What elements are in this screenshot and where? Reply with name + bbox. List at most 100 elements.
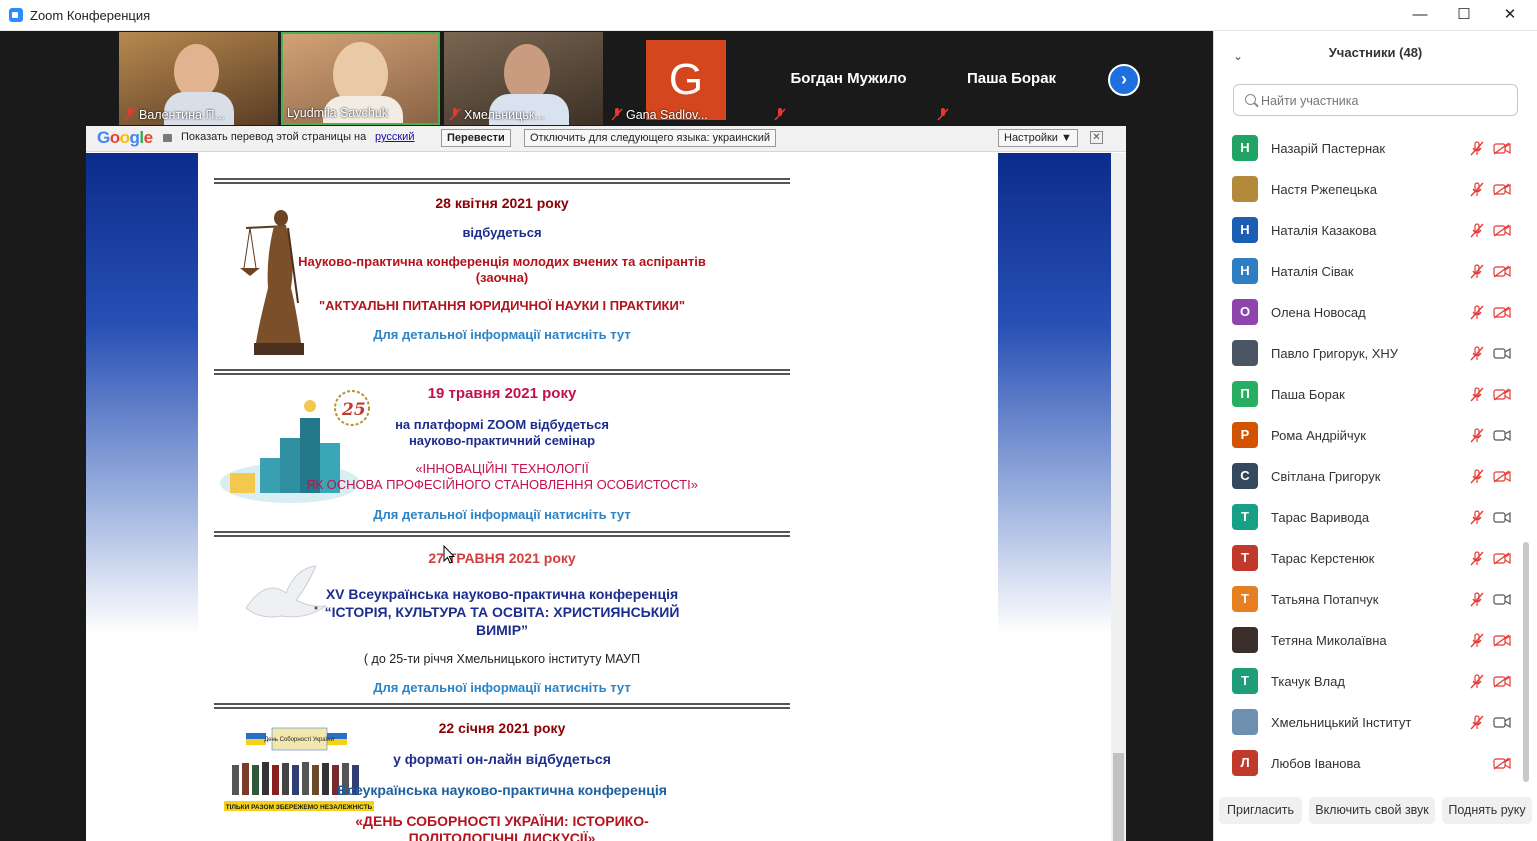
translate-button[interactable]: Перевести — [441, 129, 511, 147]
participant-row[interactable]: С Світлана Григорук — [1214, 456, 1524, 497]
participant-row[interactable]: Т Тарас Варивода — [1214, 497, 1524, 538]
translate-settings-button[interactable]: Настройки ▼ — [998, 129, 1078, 147]
video-tile-active-speaker[interactable]: Lyudmila Savchuk — [281, 32, 440, 125]
invite-button[interactable]: Пригласить — [1219, 797, 1302, 824]
participant-name: Любов Іванова — [1271, 756, 1361, 771]
participant-name: Gana Sadlov... — [626, 108, 708, 122]
next-page-button[interactable]: › — [1108, 64, 1140, 96]
mic-muted-icon[interactable] — [1470, 141, 1484, 156]
lock-icon — [163, 134, 172, 142]
shared-screen: Google Показать перевод этой страницы на… — [86, 126, 1126, 841]
scrollbar-thumb[interactable] — [1523, 542, 1529, 782]
video-on-icon[interactable] — [1493, 347, 1511, 360]
video-on-icon[interactable] — [1493, 716, 1511, 729]
mic-muted-icon[interactable] — [1470, 551, 1484, 566]
participant-avatar: Н — [1232, 217, 1258, 243]
mic-muted-icon[interactable] — [1470, 346, 1484, 361]
unmute-self-button[interactable]: Включить свой звук — [1309, 797, 1435, 824]
video-tile[interactable]: Хмельницьк... — [444, 32, 603, 125]
video-off-icon[interactable] — [1493, 142, 1511, 155]
mic-muted-icon[interactable] — [1470, 223, 1484, 238]
details-link[interactable]: Для детальної інформації натисніть тут — [214, 680, 790, 695]
event-title: "АКТУАЛЬНІ ПИТАННЯ ЮРИДИЧНОЇ НАУКИ І ПРА… — [319, 298, 685, 313]
event-title: “ІСТОРІЯ, КУЛЬТУРА ТА ОСВІТА: ХРИСТИЯНСЬ… — [324, 604, 680, 620]
event-line: науково-практичний семінар — [408, 433, 596, 448]
video-tile[interactable]: Паша Борак — [932, 32, 1091, 125]
mic-muted-icon[interactable] — [1470, 592, 1484, 607]
mic-muted-icon[interactable] — [1470, 633, 1484, 648]
participant-name: Татьяна Потапчук — [1271, 592, 1379, 607]
mic-muted-icon[interactable] — [1470, 182, 1484, 197]
participant-name: Тетяна Миколаївна — [1271, 633, 1387, 648]
video-tile[interactable]: G Gana Sadlov... — [606, 32, 765, 125]
video-off-icon[interactable] — [1493, 183, 1511, 196]
video-off-icon[interactable] — [1493, 634, 1511, 647]
participant-avatar: О — [1232, 299, 1258, 325]
participant-list: Н Назарій Пастернак Настя Ржепецька Н Наталі… — [1214, 128, 1524, 788]
participant-avatar: Н — [1232, 258, 1258, 284]
video-off-icon[interactable] — [1493, 675, 1511, 688]
participant-row[interactable]: Павло Григорук, ХНУ — [1214, 333, 1524, 374]
participant-row[interactable]: Л Любов Іванова — [1214, 743, 1524, 784]
details-link[interactable]: Для детальної інформації натисніть тут — [214, 327, 790, 342]
event-line: XV Всеукраїнська науково-практична конфе… — [325, 586, 679, 602]
mic-muted-icon[interactable] — [1470, 469, 1484, 484]
participant-row[interactable]: Н Наталія Казакова — [1214, 210, 1524, 251]
participant-avatar — [1232, 340, 1258, 366]
participant-name: Світлана Григорук — [1271, 469, 1381, 484]
video-off-icon[interactable] — [1493, 388, 1511, 401]
mic-muted-icon[interactable] — [1470, 674, 1484, 689]
video-off-icon[interactable] — [1493, 757, 1511, 770]
video-tile[interactable]: Валентина П... — [119, 32, 278, 125]
language-select[interactable]: русский — [375, 131, 414, 143]
video-off-icon[interactable] — [1493, 224, 1511, 237]
event-title: «ДЕНЬ СОБОРНОСТІ УКРАЇНИ: ІСТОРИКО- — [355, 813, 649, 829]
translate-close-icon[interactable]: ✕ — [1090, 131, 1103, 144]
video-on-icon[interactable] — [1493, 593, 1511, 606]
title-bar: Zoom Конференция — ☐ ✕ — [0, 0, 1537, 31]
participant-row[interactable]: Тетяна Миколаївна — [1214, 620, 1524, 661]
participant-list-scrollbar[interactable] — [1521, 117, 1531, 787]
disable-translation-button[interactable]: Отключить для следующего языка: украинск… — [524, 129, 777, 147]
mic-muted-icon[interactable] — [1470, 387, 1484, 402]
participant-row[interactable]: П Паша Борак — [1214, 374, 1524, 415]
video-off-icon[interactable] — [1493, 265, 1511, 278]
participant-row[interactable]: Р Рома Андрійчук — [1214, 415, 1524, 456]
mic-muted-icon[interactable] — [1470, 305, 1484, 320]
minimize-button[interactable]: — — [1397, 0, 1443, 31]
mic-muted-icon[interactable] — [1470, 428, 1484, 443]
participant-row[interactable]: О Олена Новосад — [1214, 292, 1524, 333]
video-off-icon[interactable] — [1493, 552, 1511, 565]
scrollbar-thumb[interactable] — [1113, 753, 1124, 841]
participants-title: Участники (48) — [1328, 45, 1423, 60]
close-button[interactable]: ✕ — [1487, 0, 1533, 31]
participant-row[interactable]: Т Татьяна Потапчук — [1214, 579, 1524, 620]
mic-muted-icon[interactable] — [1470, 264, 1484, 279]
mic-muted-icon[interactable] — [1470, 510, 1484, 525]
video-off-icon[interactable] — [1493, 470, 1511, 483]
participant-avatar — [1232, 627, 1258, 653]
video-tile[interactable]: Богдан Мужило — [769, 32, 928, 125]
participant-row[interactable]: Настя Ржепецька — [1214, 169, 1524, 210]
participant-search[interactable] — [1233, 84, 1518, 116]
participant-row[interactable]: Н Наталія Сівак — [1214, 251, 1524, 292]
participant-name: Наталія Сівак — [1271, 264, 1354, 279]
event-title: ПОЛІТОЛОГІЧНІ ДИСКУСІЇ» — [408, 830, 596, 841]
participant-avatar: Н — [1232, 135, 1258, 161]
mic-muted-icon[interactable] — [1470, 715, 1484, 730]
event-date: 19 травня 2021 року — [427, 385, 577, 402]
participant-row[interactable]: Н Назарій Пастернак — [1214, 128, 1524, 169]
search-input[interactable] — [1261, 91, 1501, 111]
video-on-icon[interactable] — [1493, 429, 1511, 442]
page-scrollbar[interactable] — [1111, 153, 1126, 841]
details-link[interactable]: Для детальної інформації натисніть тут — [214, 507, 790, 522]
participant-name: Хмельницький Інститут — [1271, 715, 1412, 730]
video-off-icon[interactable] — [1493, 306, 1511, 319]
participant-row[interactable]: Т Ткачук Влад — [1214, 661, 1524, 702]
participant-row[interactable]: Хмельницький Інститут — [1214, 702, 1524, 743]
participant-row[interactable]: Т Тарас Керстенюк — [1214, 538, 1524, 579]
maximize-button[interactable]: ☐ — [1441, 0, 1487, 31]
video-on-icon[interactable] — [1493, 511, 1511, 524]
raise-hand-button[interactable]: Поднять руку — [1442, 797, 1532, 824]
event-title: ВИМІР” — [475, 622, 529, 638]
